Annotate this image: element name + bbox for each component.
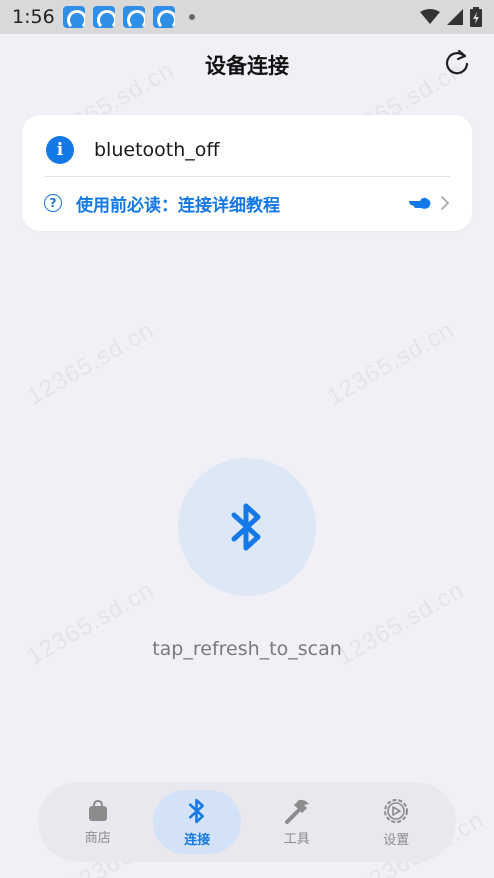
more-notifications-dot (188, 14, 195, 20)
chevron-right-icon (441, 196, 450, 210)
app-notification-icon (152, 6, 175, 28)
bluetooth-status-row: i bluetooth_off (46, 136, 219, 164)
battery-icon (470, 7, 482, 27)
info-icon: i (46, 136, 74, 164)
bluetooth-icon (231, 503, 261, 551)
nav-item-label: 商店 (84, 830, 111, 846)
nav-item-connect[interactable]: 连接 (153, 790, 242, 854)
cell-signal-icon (447, 9, 463, 25)
status-indicators (420, 7, 482, 27)
page-title: 设备连接 (205, 54, 289, 78)
app-notification-icon (62, 6, 85, 28)
status-time: 1:56 (12, 6, 55, 28)
help-icon: ? (44, 194, 62, 212)
tutorial-link[interactable]: ? 使用前必读：连接详细教程 (44, 188, 450, 218)
watermark: 12365.sd.cn (322, 316, 459, 411)
refresh-icon[interactable] (442, 48, 472, 78)
app-notification-icon (122, 6, 145, 28)
bluetooth-status-card: i bluetooth_off ? 使用前必读：连接详细教程 (22, 115, 472, 231)
nav-item-settings[interactable]: 设置 (352, 790, 440, 854)
bluetooth-scan-button[interactable] (178, 458, 316, 596)
nav-item-tools[interactable]: 工具 (253, 790, 341, 854)
bluetooth-icon (189, 798, 205, 823)
bluetooth-status-text: bluetooth_off (94, 139, 220, 161)
scan-hint: tap_refresh_to_scan (152, 638, 342, 660)
header: 设备连接 (0, 34, 494, 96)
screen: 1:56 设备连接 12365.sd.cn 12365.sd.cn 12365.… (0, 0, 494, 878)
settings-icon (384, 798, 409, 823)
nav-item-label: 连接 (184, 832, 211, 848)
watermark: 12365.sd.cn (22, 316, 159, 411)
tutorial-link-label: 使用前必读：连接详细教程 (76, 195, 280, 216)
nav-item-shop[interactable]: 商店 (54, 790, 142, 854)
pointing-hand-icon (409, 197, 431, 209)
hammer-icon (284, 799, 309, 824)
bottom-nav: 商店 连接 工具 设置 (38, 782, 456, 862)
status-bar: 1:56 (0, 0, 494, 34)
shop-bag-icon (88, 799, 107, 821)
app-notification-icon (92, 6, 115, 28)
nav-item-label: 工具 (283, 831, 310, 847)
divider (44, 176, 450, 177)
tutorial-link-indicators (408, 195, 450, 211)
nav-item-label: 设置 (383, 832, 410, 848)
wifi-icon (420, 9, 440, 24)
